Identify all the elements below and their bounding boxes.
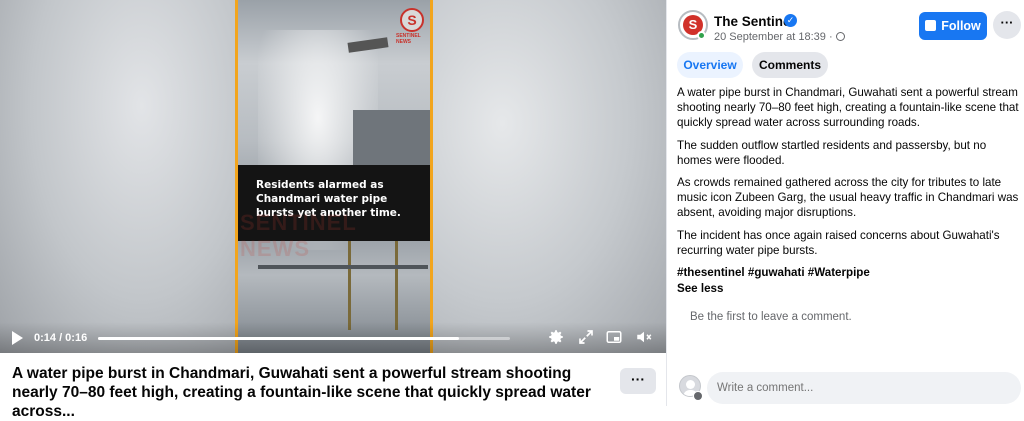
post-paragraph: The sudden outflow startled residents an… bbox=[677, 138, 987, 167]
play-icon[interactable] bbox=[12, 331, 23, 345]
follow-label: Follow bbox=[941, 19, 981, 33]
post-paragraph: The incident has once again raised conce… bbox=[677, 228, 1000, 257]
video-player[interactable]: S SENTINEL NEWS Residents alarmed as Cha… bbox=[0, 0, 666, 353]
post-timestamp[interactable]: 20 September at 18:39 · bbox=[714, 31, 845, 43]
follow-button[interactable]: Follow bbox=[919, 12, 987, 40]
chevron-down-icon[interactable] bbox=[693, 391, 703, 401]
progress-fill bbox=[98, 337, 459, 340]
video-title: A water pipe burst in Chandmari, Guwahat… bbox=[12, 365, 591, 420]
page-name[interactable]: The Sentinel bbox=[714, 14, 794, 29]
empty-comments-text: Be the first to leave a comment. bbox=[690, 311, 852, 323]
scaffold-beam bbox=[258, 265, 428, 269]
video-blur-left bbox=[0, 0, 236, 353]
sentinel-logo: S bbox=[400, 8, 424, 32]
comment-composer bbox=[677, 372, 1023, 406]
tab-comments[interactable]: Comments bbox=[752, 52, 828, 78]
reel-frame: S SENTINEL NEWS Residents alarmed as Cha… bbox=[235, 0, 433, 353]
verified-badge-icon: ✓ bbox=[784, 14, 797, 27]
avatar-head bbox=[686, 380, 695, 389]
sentinel-logo-text: SENTINEL NEWS bbox=[396, 33, 421, 45]
progress-bar[interactable] bbox=[98, 337, 510, 340]
tab-overview[interactable]: Overview bbox=[677, 52, 743, 78]
post-timestamp-text: 20 September at 18:39 · bbox=[714, 31, 836, 43]
comment-input[interactable] bbox=[707, 372, 1021, 404]
post-more-button[interactable]: ··· bbox=[993, 11, 1021, 39]
see-less-link[interactable]: See less bbox=[677, 281, 1023, 296]
post-panel: S The Sentinel ✓ 20 September at 18:39 ·… bbox=[666, 0, 1024, 406]
post-hashtags[interactable]: #thesentinel #guwahati #Waterpipe bbox=[677, 265, 1023, 280]
video-panel: S SENTINEL NEWS Residents alarmed as Cha… bbox=[0, 0, 666, 420]
watermark: SENTINEL NEWS bbox=[240, 210, 357, 261]
post-text: A water pipe burst in Chandmari, Guwahat… bbox=[677, 85, 1023, 303]
video-more-button[interactable]: ··· bbox=[620, 368, 656, 394]
online-indicator bbox=[697, 31, 706, 40]
post-paragraph: A water pipe burst in Chandmari, Guwahat… bbox=[677, 86, 1019, 130]
video-time: 0:14 / 0:16 bbox=[34, 332, 88, 344]
add-page-icon bbox=[925, 20, 937, 31]
post-paragraph: As crowds remained gathered across the c… bbox=[677, 176, 1019, 220]
picture-in-picture-icon[interactable] bbox=[605, 328, 623, 346]
video-title-row: A water pipe burst in Chandmari, Guwahat… bbox=[0, 353, 666, 420]
video-blur-right bbox=[432, 0, 666, 353]
fullscreen-icon[interactable] bbox=[577, 328, 595, 346]
video-controls: 0:14 / 0:16 bbox=[0, 322, 666, 353]
building bbox=[353, 110, 430, 170]
settings-icon[interactable] bbox=[547, 328, 565, 346]
globe-icon bbox=[835, 32, 845, 41]
mute-icon[interactable] bbox=[635, 328, 653, 346]
